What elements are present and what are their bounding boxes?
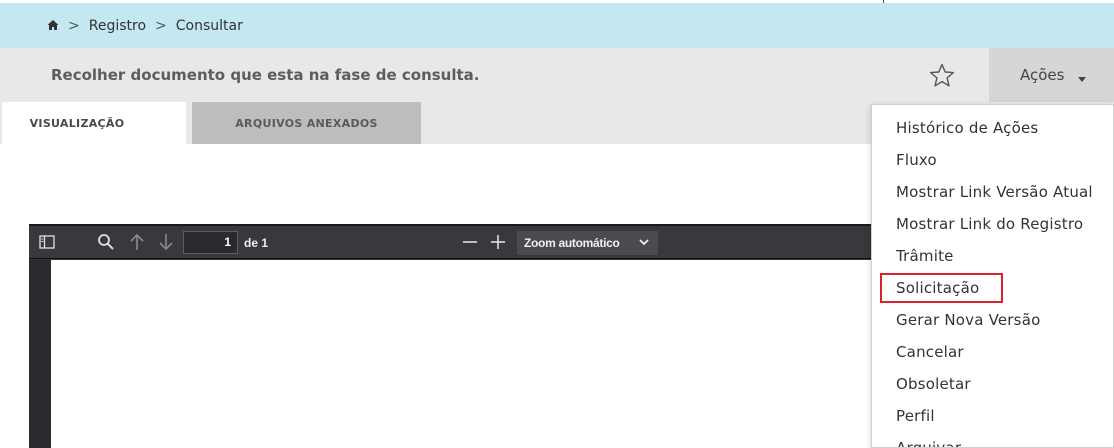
breadcrumb-separator: > xyxy=(68,17,80,34)
menu-item-solicitacao-label: Solicitação xyxy=(880,273,1004,303)
sidebar-toggle-icon[interactable] xyxy=(37,232,57,252)
title-bar: Recolher documento que esta na fase de c… xyxy=(0,48,1114,102)
page-number-input[interactable]: 1 xyxy=(183,231,238,254)
chevron-down-icon xyxy=(639,239,649,246)
menu-item-solicitacao[interactable]: Solicitação xyxy=(872,272,1113,304)
actions-menu-list: Histórico de Ações Fluxo Mostrar Link Ve… xyxy=(872,105,1113,447)
next-page-icon[interactable] xyxy=(156,232,176,252)
menu-item-obsoletar[interactable]: Obsoletar xyxy=(872,368,1113,400)
star-outline-icon xyxy=(930,63,954,86)
breadcrumb-item-registro[interactable]: Registro xyxy=(89,18,146,34)
menu-item-historico-de-acoes[interactable]: Histórico de Ações xyxy=(872,112,1113,144)
zoom-select[interactable]: Zoom automático xyxy=(517,231,658,255)
pdf-sidebar xyxy=(29,260,51,448)
zoom-select-value: Zoom automático xyxy=(524,236,620,250)
tab-visualizacao[interactable]: VISUALIZAÇÃO xyxy=(2,102,186,144)
menu-item-cancelar[interactable]: Cancelar xyxy=(872,336,1113,368)
menu-item-tramite[interactable]: Trâmite xyxy=(872,240,1113,272)
home-icon[interactable] xyxy=(47,19,59,31)
breadcrumb: > Registro > Consultar xyxy=(0,3,1114,48)
menu-item-fluxo[interactable]: Fluxo xyxy=(872,144,1113,176)
breadcrumb-separator: > xyxy=(155,17,167,34)
previous-page-icon[interactable] xyxy=(127,232,147,252)
caret-down-icon xyxy=(1078,76,1087,82)
menu-item-perfil[interactable]: Perfil xyxy=(872,400,1113,432)
actions-button[interactable]: Ações xyxy=(989,48,1114,102)
page-count: de 1 xyxy=(244,235,269,250)
menu-item-gerar-nova-versao[interactable]: Gerar Nova Versão xyxy=(872,304,1113,336)
menu-item-mostrar-link-do-registro[interactable]: Mostrar Link do Registro xyxy=(872,208,1113,240)
menu-item-mostrar-link-versao-atual[interactable]: Mostrar Link Versão Atual xyxy=(872,176,1113,208)
zoom-out-icon[interactable] xyxy=(460,232,480,252)
search-icon[interactable] xyxy=(96,232,116,252)
favorite-button[interactable] xyxy=(926,60,958,90)
zoom-in-icon[interactable] xyxy=(488,232,508,252)
tab-arquivos-anexados[interactable]: ARQUIVOS ANEXADOS xyxy=(192,102,421,144)
page-title: Recolher documento que esta na fase de c… xyxy=(51,66,480,84)
menu-item-arquivar[interactable]: Arquivar xyxy=(872,432,1113,447)
breadcrumb-item-consultar[interactable]: Consultar xyxy=(176,18,243,34)
pdf-viewer: 1 de 1 Zoom automático xyxy=(29,224,889,448)
actions-dropdown-menu: Histórico de Ações Fluxo Mostrar Link Ve… xyxy=(871,104,1114,448)
pdf-page xyxy=(51,260,889,448)
pdf-toolbar: 1 de 1 Zoom automático xyxy=(29,226,889,259)
actions-button-label: Ações xyxy=(1020,66,1065,84)
